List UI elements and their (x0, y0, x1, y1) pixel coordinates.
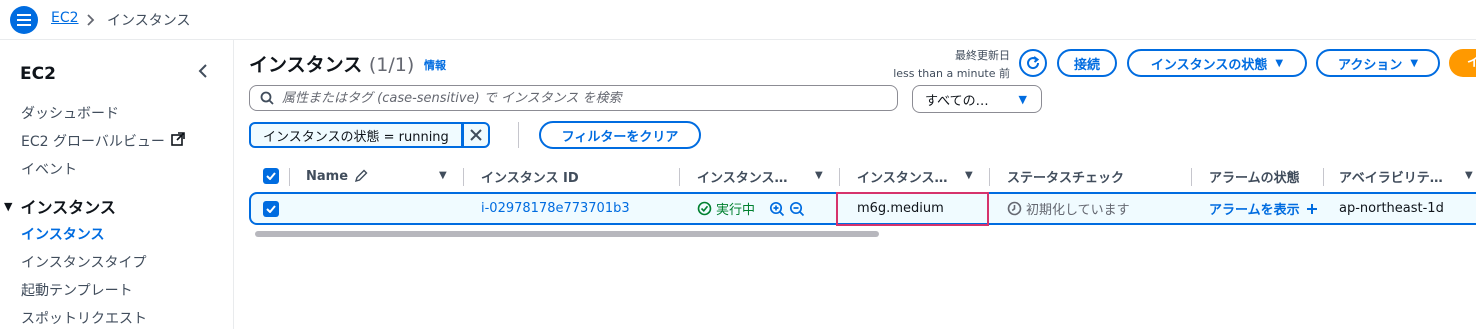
refresh-button[interactable] (1019, 49, 1047, 77)
caret-down-icon: ▼ (1275, 57, 1284, 69)
sidebar-item-launch-templates[interactable]: 起動テンプレート (21, 280, 133, 300)
cell-availability-zone: ap-northeast-1d (1339, 201, 1444, 216)
instance-state-button[interactable]: インスタンスの状態 ▼ (1127, 49, 1307, 77)
breadcrumb-current: インスタンス (107, 13, 191, 29)
edit-pencil-icon (354, 169, 368, 183)
row-checkbox[interactable] (263, 194, 279, 223)
page-title-text: インスタンス (249, 54, 363, 76)
zoom-out-icon[interactable] (789, 201, 805, 217)
checkbox-checked-icon (263, 200, 279, 217)
top-breadcrumb-bar: EC2 インスタンス (0, 0, 1476, 40)
column-divider (989, 168, 990, 186)
column-divider (289, 168, 290, 186)
column-divider (463, 168, 464, 186)
zoom-controls (769, 201, 805, 217)
clock-icon (1007, 201, 1022, 216)
sort-caret-icon[interactable]: ▼ (439, 170, 447, 181)
breadcrumb-ec2-link[interactable]: EC2 (51, 10, 79, 26)
search-box[interactable] (249, 85, 898, 111)
cell-status-check: 初期化しています (1007, 194, 1130, 223)
collapse-sidebar-icon[interactable] (196, 62, 212, 80)
sidebar-title: EC2 (20, 64, 56, 84)
sidebar-item-dashboard[interactable]: ダッシュボード (21, 103, 119, 123)
horizontal-scrollbar[interactable] (255, 231, 879, 237)
plus-icon (1306, 203, 1317, 214)
instance-count: (1/1) (368, 54, 415, 76)
status-initializing: 初期化しています (1007, 199, 1130, 218)
sidebar-item-instance-types[interactable]: インスタンスタイプ (21, 252, 146, 272)
column-header-instance-type[interactable]: インスタンス… (857, 160, 947, 192)
sort-caret-icon[interactable]: ▼ (1465, 170, 1473, 181)
column-header-instance-state[interactable]: インスタンス… (697, 160, 787, 192)
sidebar-item-label: EC2 グローバルビュー (21, 134, 165, 150)
connect-button[interactable]: 接続 (1057, 49, 1117, 77)
chevron-right-icon (86, 12, 96, 31)
select-all-checkbox[interactable] (263, 160, 279, 192)
column-divider (1323, 168, 1324, 186)
column-header-label: Name (306, 168, 349, 184)
view-alarms-label: アラームを表示 (1209, 203, 1300, 218)
instance-id-link[interactable]: i-02978178e773701b3 (481, 194, 630, 223)
zoom-in-icon[interactable] (769, 201, 785, 217)
search-input[interactable] (282, 90, 882, 106)
table-header: Name ▼ インスタンス ID インスタンス… ▼ インスタンス… ▼ ステー… (249, 160, 1476, 192)
status-running: 実行中 (697, 199, 755, 218)
last-updated-value: less than a minute 前 (893, 67, 1010, 80)
column-header-availability-zone[interactable]: アベイラビリテ… (1339, 160, 1443, 192)
column-divider (679, 168, 680, 186)
actions-button[interactable]: アクション ▼ (1316, 49, 1440, 77)
refresh-icon (1027, 56, 1040, 70)
divider (518, 122, 519, 148)
last-updated-label: 最終更新日 (955, 49, 1010, 62)
menu-icon[interactable] (10, 6, 38, 34)
main-content: インスタンス (1/1) 情報 最終更新日 less than a minute… (235, 40, 1476, 329)
highlight-box (836, 192, 989, 226)
column-header-name[interactable]: Name (306, 160, 368, 192)
column-divider (1191, 168, 1192, 186)
remove-filter-button[interactable] (462, 122, 490, 148)
column-header-alarm-state[interactable]: アラームの状態 (1209, 160, 1300, 192)
checkbox-checked-icon (263, 168, 279, 184)
sidebar: EC2 ダッシュボード EC2 グローバルビュー イベント ▼ インスタンス イ… (0, 40, 234, 329)
caret-down-icon: ▼ (4, 199, 13, 213)
status-running-label: 実行中 (716, 203, 756, 218)
sort-caret-icon[interactable]: ▼ (965, 170, 973, 181)
filter-select[interactable]: すべての… ▼ (912, 85, 1042, 113)
cell-instance-state: 実行中 (697, 194, 805, 223)
page-title: インスタンス (1/1) (249, 50, 414, 77)
status-check-label: 初期化しています (1026, 203, 1130, 218)
clear-filters-button[interactable]: フィルターをクリア (539, 121, 701, 149)
sidebar-item-instances[interactable]: インスタンス (21, 224, 104, 244)
launch-instances-button[interactable]: イ (1449, 49, 1476, 77)
column-header-instance-id[interactable]: インスタンス ID (481, 160, 579, 192)
caret-down-icon: ▼ (1018, 92, 1027, 106)
connect-label: 接続 (1073, 57, 1100, 73)
search-icon (260, 91, 274, 105)
sidebar-item-global-view[interactable]: EC2 グローバルビュー (21, 131, 185, 151)
info-link[interactable]: 情報 (424, 57, 446, 73)
view-alarms-link[interactable]: アラームを表示 (1209, 194, 1318, 223)
launch-label: イ (1467, 55, 1476, 70)
sidebar-item-spot-requests[interactable]: スポットリクエスト (21, 308, 147, 328)
filter-token-label: インスタンスの状態 = running (249, 122, 463, 148)
sidebar-section-instances[interactable]: ▼ インスタンス (4, 194, 116, 218)
filter-select-value: すべての… (925, 93, 989, 109)
sort-caret-icon[interactable]: ▼ (815, 170, 823, 181)
filter-token: インスタンスの状態 = running (249, 122, 490, 148)
close-icon (470, 129, 482, 141)
sidebar-item-events[interactable]: イベント (21, 159, 77, 179)
column-divider (839, 168, 840, 186)
column-header-status-check[interactable]: ステータスチェック (1007, 160, 1124, 192)
actions-label: アクション (1337, 57, 1403, 73)
check-circle-icon (697, 201, 712, 216)
sidebar-section-label: インスタンス (20, 198, 116, 217)
external-link-icon (171, 132, 185, 150)
instance-state-label: インスタンスの状態 (1150, 57, 1268, 73)
caret-down-icon: ▼ (1410, 57, 1419, 69)
